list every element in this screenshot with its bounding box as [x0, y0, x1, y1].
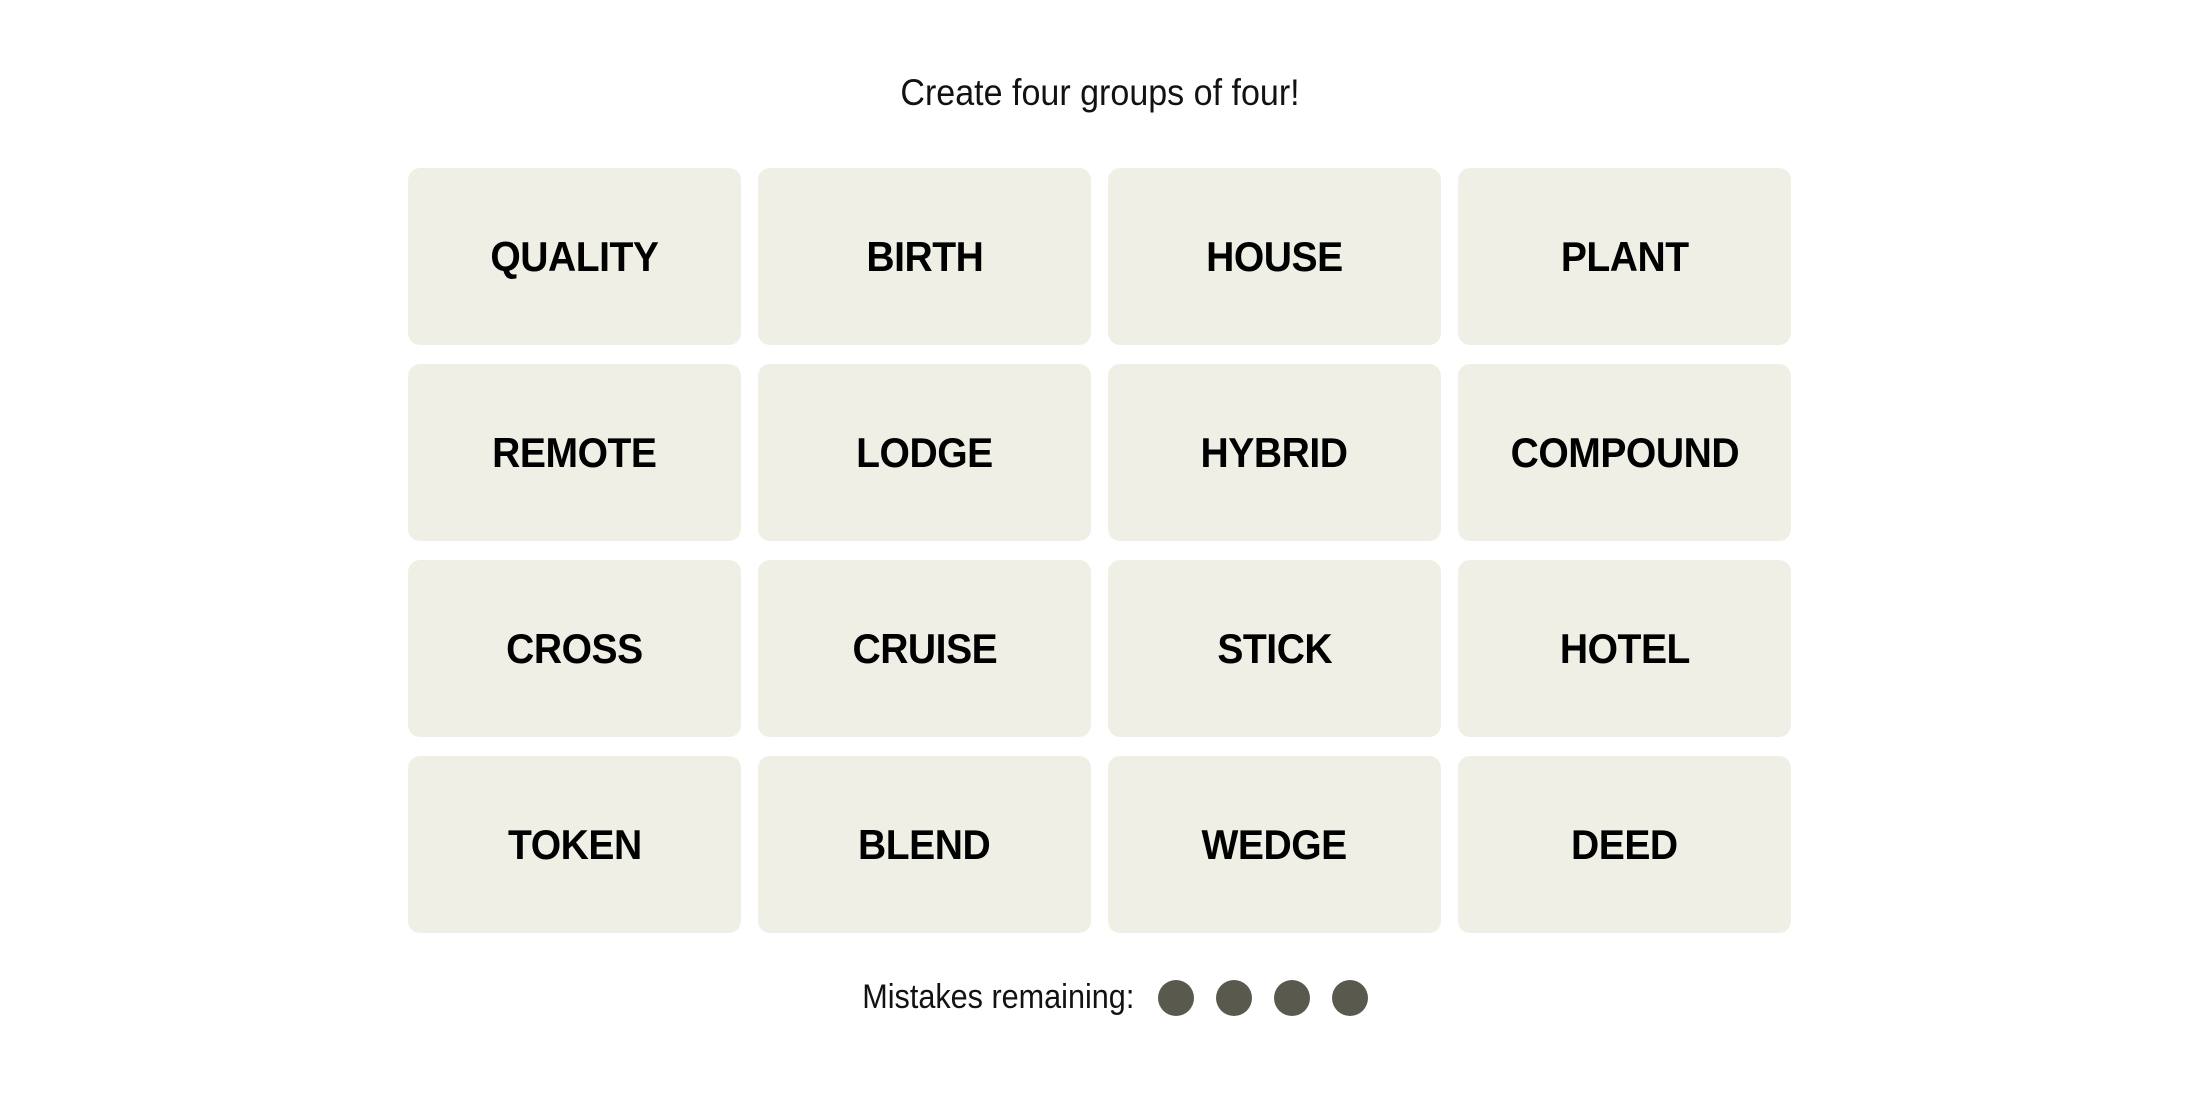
mistake-dot-icon — [1274, 979, 1311, 1016]
word-tile[interactable]: HYBRID — [1108, 364, 1441, 541]
tile-label: HOTEL — [1559, 624, 1690, 672]
word-tile[interactable]: PLANT — [1458, 168, 1791, 345]
word-tile[interactable]: QUALITY — [408, 168, 741, 345]
tile-label: TOKEN — [507, 820, 642, 868]
tile-label: REMOTE — [492, 428, 657, 476]
tile-label: LODGE — [856, 428, 993, 476]
mistakes-indicator: Mistakes remaining: — [0, 978, 2200, 1017]
mistake-dot-icon — [1158, 979, 1195, 1016]
tile-label: PLANT — [1560, 232, 1689, 280]
instructions-heading: Create four groups of four! — [900, 72, 1300, 113]
mistake-dot-icon — [1332, 979, 1369, 1016]
word-tile[interactable]: COMPOUND — [1458, 364, 1791, 541]
tile-label: WEDGE — [1201, 820, 1348, 868]
tile-label: STICK — [1217, 624, 1332, 672]
word-tile[interactable]: BLEND — [758, 756, 1091, 933]
word-grid: QUALITY BIRTH HOUSE PLANT REMOTE LODGE H… — [408, 168, 1793, 933]
word-tile[interactable]: HOTEL — [1458, 560, 1791, 737]
word-tile[interactable]: LODGE — [758, 364, 1091, 541]
word-tile[interactable]: CROSS — [408, 560, 741, 737]
tile-label: BIRTH — [865, 232, 984, 280]
word-tile[interactable]: BIRTH — [758, 168, 1091, 345]
mistake-dot-icon — [1216, 979, 1253, 1016]
word-tile[interactable]: HOUSE — [1108, 168, 1441, 345]
word-tile[interactable]: DEED — [1458, 756, 1791, 933]
tile-label: BLEND — [858, 820, 991, 868]
word-tile[interactable]: CRUISE — [758, 560, 1091, 737]
tile-label: DEED — [1571, 820, 1678, 868]
word-tile[interactable]: WEDGE — [1108, 756, 1441, 933]
word-tile[interactable]: REMOTE — [408, 364, 741, 541]
tile-label: QUALITY — [490, 232, 659, 280]
tile-label: COMPOUND — [1510, 428, 1739, 476]
tile-label: HOUSE — [1206, 232, 1343, 280]
mistake-dots — [1158, 979, 1369, 1016]
word-tile[interactable]: TOKEN — [408, 756, 741, 933]
mistakes-label: Mistakes remaining: — [862, 978, 1135, 1016]
word-tile[interactable]: STICK — [1108, 560, 1441, 737]
tile-label: HYBRID — [1201, 428, 1348, 476]
tile-label: CRUISE — [852, 624, 997, 672]
tile-label: CROSS — [506, 624, 643, 672]
